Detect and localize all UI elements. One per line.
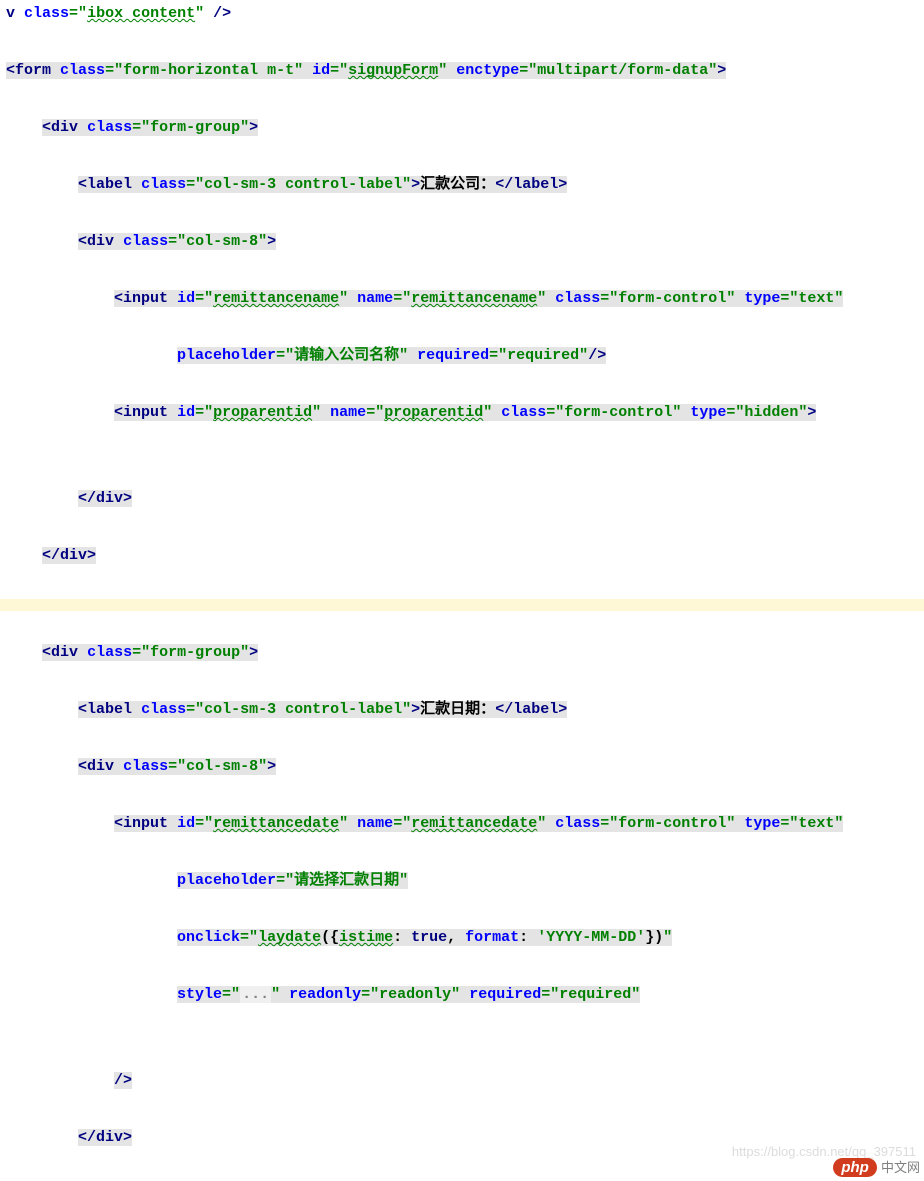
- code-line: </div>: [0, 542, 924, 571]
- code-line: onclick="laydate({istime: true, format: …: [0, 924, 924, 953]
- code-line: v class="ibox content" />: [0, 0, 924, 29]
- code-line: />: [0, 1067, 924, 1096]
- code-line: <input id="remittancedate" name="remitta…: [0, 810, 924, 839]
- code-line: <label class="col-sm-3 control-label">汇款…: [0, 171, 924, 200]
- brand-watermark: php 中文网: [833, 1157, 920, 1177]
- code-line: placeholder="请输入公司名称" required="required…: [0, 342, 924, 371]
- code-line: <div class="form-group">: [0, 639, 924, 668]
- code-line: <label class="col-sm-3 control-label">汇款…: [0, 696, 924, 725]
- code-line: <div class="col-sm-8">: [0, 228, 924, 257]
- code-line: placeholder="请选择汇款日期": [0, 867, 924, 896]
- code-line: <input id="remittancename" name="remitta…: [0, 285, 924, 314]
- code-line: </div>: [0, 485, 924, 514]
- code-block: v class="ibox content" /> <form class="f…: [0, 0, 924, 1181]
- code-line: style="..." readonly="readonly" required…: [0, 981, 924, 1010]
- code-line: <input id="proparentid" name="proparenti…: [0, 399, 924, 428]
- php-logo-icon: php: [833, 1158, 877, 1177]
- highlighted-blank-line: [0, 599, 924, 611]
- code-line: <div class="col-sm-8">: [0, 753, 924, 782]
- code-line: <form class="form-horizontal m-t" id="si…: [0, 57, 924, 86]
- code-line: <div class="form-group">: [0, 114, 924, 143]
